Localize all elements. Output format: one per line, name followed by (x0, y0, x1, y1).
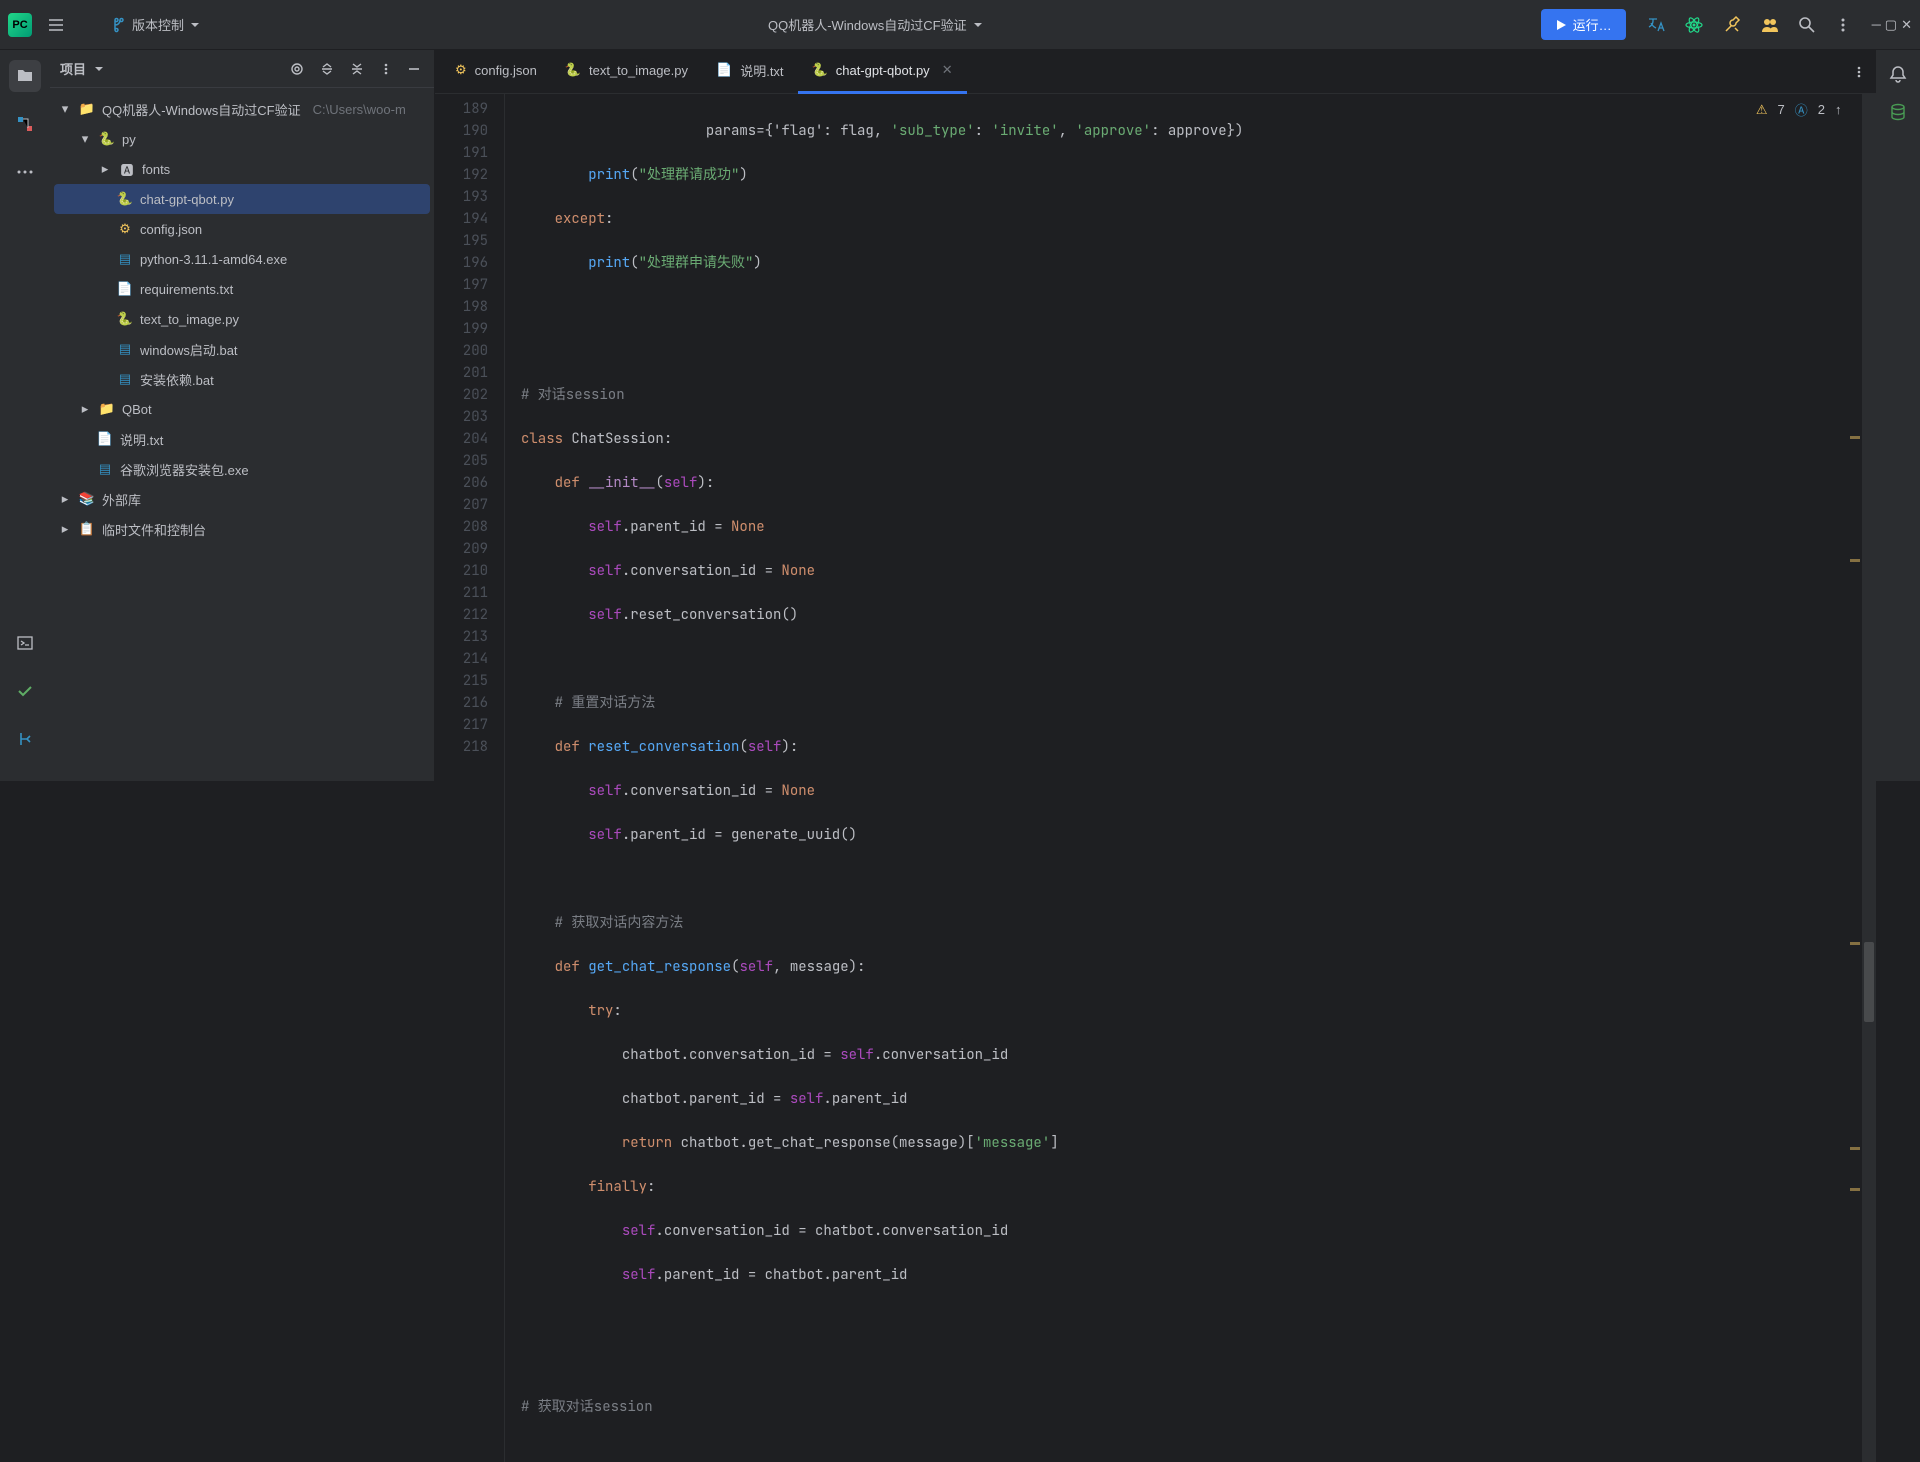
exe-file-icon: ▤ (96, 461, 114, 477)
tab-text-to-image[interactable]: 🐍 text_to_image.py (551, 50, 702, 94)
select-opened-file-button[interactable] (286, 58, 308, 80)
problems-tool-button[interactable] (9, 675, 41, 707)
tree-file-windows-bat[interactable]: ▤windows启动.bat (54, 334, 430, 364)
json-file-icon: ⚙ (455, 62, 467, 78)
nav-up-button[interactable]: ↑ (1835, 102, 1842, 117)
text-file-icon: 📄 (116, 281, 134, 297)
tab-readme-txt[interactable]: 📄 说明.txt (702, 50, 798, 94)
maximize-button[interactable]: ▢ (1885, 17, 1897, 33)
text-file-icon: 📄 (96, 431, 114, 447)
run-button[interactable]: 运行… (1541, 9, 1626, 40)
tree-file-requirements[interactable]: 📄requirements.txt (54, 274, 430, 304)
code-editor[interactable]: 1891901911921931941951961971981992002012… (435, 94, 1848, 1462)
structure-tool-button[interactable] (9, 108, 41, 140)
scroll-thumb[interactable] (1864, 942, 1874, 1022)
tree-file-chat-gpt-qbot[interactable]: 🐍chat-gpt-qbot.py (54, 184, 430, 214)
app-logo: PC (8, 13, 32, 37)
people-icon[interactable] (1760, 15, 1780, 35)
tab-chat-gpt-qbot[interactable]: 🐍 chat-gpt-qbot.py ✕ (798, 50, 967, 94)
atom-icon[interactable] (1684, 15, 1704, 35)
project-panel-header: 项目 (50, 50, 434, 88)
chevron-down-icon (190, 20, 200, 30)
python-file-icon: 🐍 (116, 191, 134, 207)
collapse-all-button[interactable] (346, 58, 368, 80)
expand-all-button[interactable] (316, 58, 338, 80)
chevron-down-icon[interactable] (973, 20, 983, 30)
project-title[interactable]: QQ机器人-Windows自动过CF验证 (768, 15, 967, 34)
project-panel: 项目 ▾ 📁 QQ机器人-Windows自动过CF验证 C:\Users\woo… (50, 50, 435, 781)
translate-icon[interactable] (1646, 15, 1666, 35)
folder-icon: 📁 (78, 101, 96, 117)
library-icon: 📚 (78, 491, 96, 507)
hide-panel-button[interactable] (404, 59, 424, 79)
minimize-button[interactable]: ─ (1872, 17, 1881, 33)
tree-root[interactable]: ▾ 📁 QQ机器人-Windows自动过CF验证 C:\Users\woo-m (54, 94, 430, 124)
vcs-tool-button[interactable] (9, 723, 41, 755)
search-icon[interactable] (1798, 16, 1816, 34)
editor-area: ⚙ config.json 🐍 text_to_image.py 📄 说明.tx… (435, 50, 1876, 781)
titlebar: PC 版本控制 QQ机器人-Windows自动过CF验证 运行… ─ ▢ ✕ (0, 0, 1920, 50)
project-panel-title: 项目 (60, 59, 86, 78)
chevron-down-icon[interactable] (94, 64, 104, 74)
inspection-status[interactable]: ⚠7 Ⓐ2 ↑ ↓ (1756, 100, 1858, 119)
version-control-dropdown[interactable]: 版本控制 (100, 11, 210, 38)
python-file-icon: 🐍 (565, 62, 581, 78)
project-tool-button[interactable] (9, 60, 41, 92)
tab-config-json[interactable]: ⚙ config.json (441, 50, 551, 94)
main-area: 项目 ▾ 📁 QQ机器人-Windows自动过CF验证 C:\Users\woo… (0, 50, 1920, 781)
vc-label: 版本控制 (132, 15, 184, 34)
folder-icon: 🅰 (118, 160, 136, 179)
tree-scratches[interactable]: ▸📋临时文件和控制台 (54, 514, 430, 544)
tab-options-button[interactable] (1842, 65, 1876, 79)
terminal-tool-button[interactable] (9, 627, 41, 659)
close-tab-button[interactable]: ✕ (942, 62, 953, 78)
vertical-scrollbar[interactable] (1862, 94, 1876, 1462)
play-icon (1555, 19, 1567, 31)
weak-warning-icon: Ⓐ (1795, 100, 1808, 119)
exe-file-icon: ▤ (116, 251, 134, 267)
database-tool-button[interactable] (1888, 102, 1908, 122)
tree-external-libraries[interactable]: ▸📚外部库 (54, 484, 430, 514)
tree-file-chrome-exe[interactable]: ▤谷歌浏览器安装包.exe (54, 454, 430, 484)
left-tool-rail (0, 50, 50, 781)
folder-icon: 📁 (98, 401, 116, 417)
more-icon[interactable] (1834, 16, 1852, 34)
tools-icon[interactable] (1722, 15, 1742, 35)
main-menu-button[interactable] (40, 9, 72, 41)
warning-icon: ⚠ (1756, 102, 1768, 118)
python-folder-icon: 🐍 (98, 131, 116, 147)
project-tree: ▾ 📁 QQ机器人-Windows自动过CF验证 C:\Users\woo-m … (50, 88, 434, 550)
json-file-icon: ⚙ (116, 221, 134, 237)
python-file-icon: 🐍 (116, 311, 134, 327)
tree-folder-py[interactable]: ▾🐍py (54, 124, 430, 154)
line-gutter: 1891901911921931941951961971981992002012… (435, 94, 505, 1462)
code-content[interactable]: params={'flag': flag, 'sub_type': 'invit… (505, 94, 1848, 1462)
marker-strip[interactable] (1848, 94, 1862, 1462)
tree-file-readme[interactable]: 📄说明.txt (54, 424, 430, 454)
tree-file-python-exe[interactable]: ▤python-3.11.1-amd64.exe (54, 244, 430, 274)
scratch-icon: 📋 (78, 521, 96, 537)
notifications-button[interactable] (1888, 64, 1908, 84)
tree-file-install-bat[interactable]: ▤安装依赖.bat (54, 364, 430, 394)
panel-options-button[interactable] (376, 59, 396, 79)
python-file-icon: 🐍 (812, 62, 828, 78)
editor-tabs: ⚙ config.json 🐍 text_to_image.py 📄 说明.tx… (435, 50, 1876, 94)
tree-file-config[interactable]: ⚙config.json (54, 214, 430, 244)
more-tool-button[interactable] (9, 156, 41, 188)
right-tool-rail (1876, 50, 1920, 781)
bat-file-icon: ▤ (116, 371, 134, 387)
tree-folder-fonts[interactable]: ▸🅰fonts (54, 154, 430, 184)
run-label: 运行… (1573, 15, 1612, 34)
close-button[interactable]: ✕ (1901, 17, 1912, 33)
text-file-icon: 📄 (716, 62, 732, 78)
bat-file-icon: ▤ (116, 341, 134, 357)
tree-file-text-to-image[interactable]: 🐍text_to_image.py (54, 304, 430, 334)
tree-folder-qbot[interactable]: ▸📁QBot (54, 394, 430, 424)
